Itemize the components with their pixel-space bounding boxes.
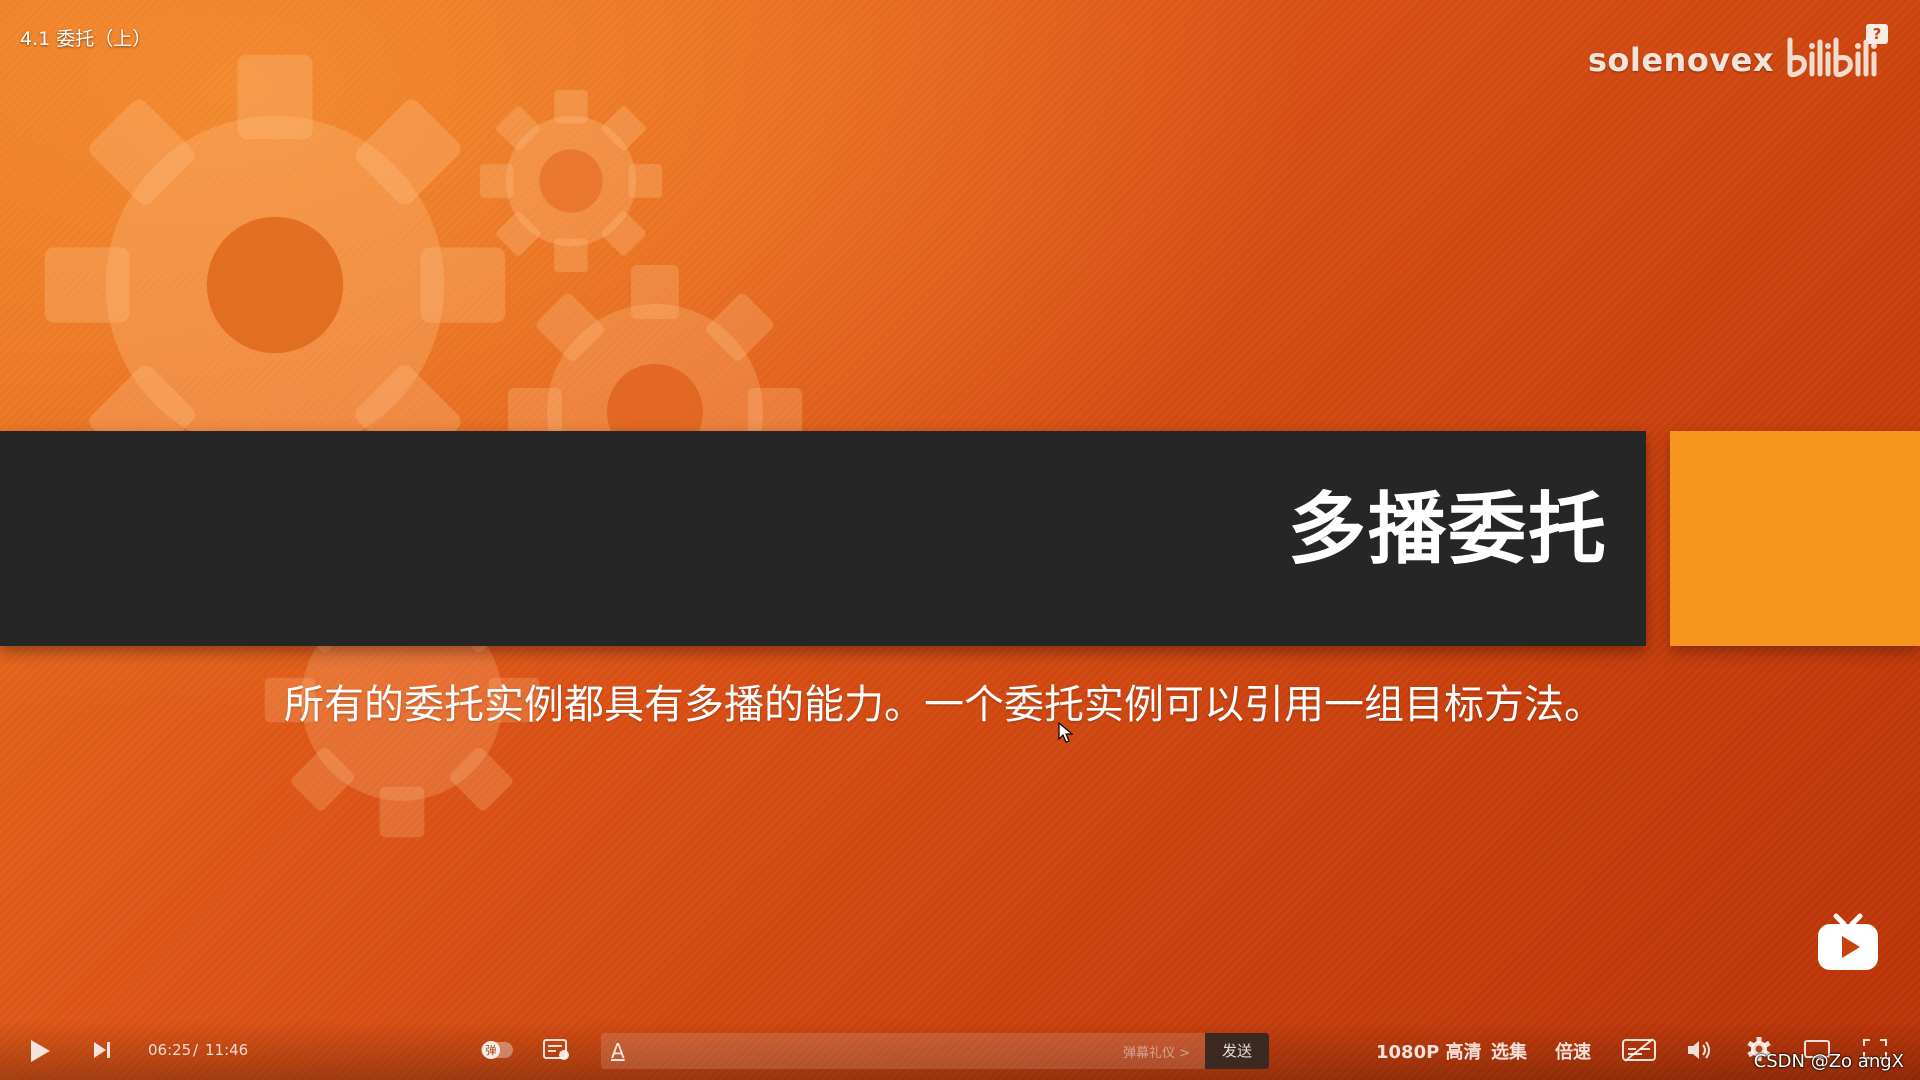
slide-body-text: 所有的委托实例都具有多播的能力。一个委托实例可以引用一组目标方法。 <box>284 682 1604 728</box>
csdn-watermark: CSDN @Zo angX <box>1753 1051 1904 1072</box>
video-title: 4.1 委托（上） <box>20 28 152 50</box>
next-button[interactable] <box>92 1040 112 1064</box>
danmaku-etiquette-link[interactable]: 弹幕礼仪 > <box>1123 1042 1190 1061</box>
danmaku-settings-button[interactable] <box>543 1038 571 1066</box>
quality-button[interactable]: 1080P 高清 <box>1376 1038 1482 1064</box>
play-button[interactable] <box>28 1038 52 1068</box>
volume-button[interactable] <box>1686 1038 1712 1066</box>
svg-text:弹: 弹 <box>486 1043 497 1057</box>
play-icon <box>31 1040 50 1062</box>
episodes-button[interactable]: 选集 <box>1491 1038 1527 1064</box>
danmaku-style-icon[interactable]: A <box>611 1039 625 1063</box>
small-gear-decoration <box>478 88 664 274</box>
danmaku-settings-icon <box>543 1039 569 1060</box>
speed-button[interactable]: 倍速 <box>1555 1038 1591 1064</box>
bilibili-tv-icon[interactable] <box>1816 912 1880 976</box>
slide-title-band: 多播委托 <box>0 431 1646 646</box>
time-total: 11:46 <box>205 1041 249 1059</box>
channel-watermark: solenovex <box>1588 36 1880 84</box>
time-current: 06:25 <box>148 1041 192 1059</box>
slide-title: 多播委托 <box>1287 485 1608 575</box>
subtitle-off-icon <box>1622 1038 1656 1062</box>
danmaku-input[interactable] <box>641 1037 1105 1067</box>
video-player[interactable]: 4.1 委托（上） ? solenovex 多播委托 所有的委托实例都具有多播的… <box>0 0 1920 1080</box>
subtitle-button[interactable] <box>1622 1037 1656 1067</box>
bilibili-logo <box>1784 36 1880 84</box>
time-separator: / <box>193 1041 199 1059</box>
player-control-bar: 06:25 / 11:46 弹 A 弹幕礼仪 > 发送 1080P 高清 选集 … <box>0 1020 1920 1080</box>
next-icon <box>94 1042 110 1058</box>
channel-name: solenovex <box>1587 41 1774 79</box>
mouse-cursor-icon <box>1058 721 1074 748</box>
volume-icon <box>1688 1041 1710 1059</box>
danmaku-toggle-icon: 弹 <box>481 1041 513 1059</box>
danmaku-toggle[interactable]: 弹 <box>480 1038 514 1066</box>
send-button[interactable]: 发送 <box>1205 1033 1269 1069</box>
accent-block <box>1670 431 1920 646</box>
danmaku-input-bar: A 弹幕礼仪 > 发送 <box>601 1033 1269 1069</box>
